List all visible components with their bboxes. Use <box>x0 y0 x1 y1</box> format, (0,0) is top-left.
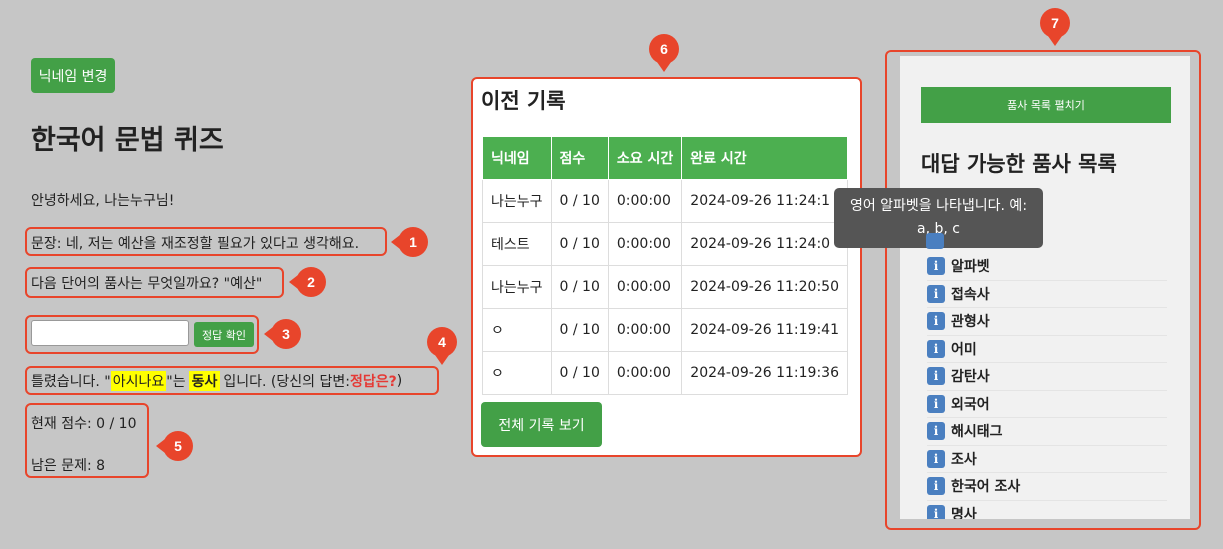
feedback-prefix: 틀렸습니다. " <box>31 374 111 390</box>
history-cell: 나는누구 <box>482 265 552 309</box>
nickname-change-button[interactable]: 닉네임 변경 <box>31 58 115 93</box>
history-table: 닉네임 점수 소요 시간 완료 시간 나는누구 0 / 10 0:00:00 2024-09… <box>482 136 848 395</box>
pos-item-label: 명사 <box>951 506 977 519</box>
history-table-wrap: 닉네임 점수 소요 시간 완료 시간 나는누구 0 / 10 0:00:00 2024-09… <box>482 136 860 395</box>
info-icon: i <box>927 284 945 303</box>
check-answer-button[interactable]: 정답 확인 <box>194 322 254 347</box>
badge-1: 1 <box>391 227 428 257</box>
history-row: 테스트 0 / 10 0:00:00 2024-09-26 11:24:0 <box>482 222 848 266</box>
info-icon: i <box>927 504 945 519</box>
history-cell: 0:00:00 <box>607 222 683 266</box>
pos-item-label: 어미 <box>951 341 977 358</box>
history-cell: 나는누구 <box>482 179 552 223</box>
pos-item-label: 해시태그 <box>951 424 1003 441</box>
feedback-word: 아시나요 <box>110 371 167 391</box>
pos-list-item[interactable]: i 한국어 조사 <box>927 473 1167 501</box>
info-icon: i <box>927 477 945 496</box>
pos-list-item[interactable]: i 해시태그 <box>927 418 1167 446</box>
info-icon: i <box>927 312 945 331</box>
history-cell: 0 / 10 <box>550 351 609 395</box>
info-icon: i <box>927 257 945 276</box>
badge-5: 5 <box>156 431 193 461</box>
info-icon: i <box>927 449 945 468</box>
history-column-header: 소요 시간 <box>607 136 683 180</box>
pos-list-item[interactable]: i 조사 <box>927 446 1167 473</box>
question-text: 다음 단어의 품사는 무엇일까요? "예산" <box>31 276 263 292</box>
pos-item-label: 관형사 <box>951 314 990 331</box>
pos-list: i 알파벳 i 접속사 i 관형사 i 어미 i 감탄사 i 외국어 i 해시태그 i 조사 i 한국어 조사 i 명… <box>927 253 1167 519</box>
pos-item-label: 조사 <box>951 451 977 468</box>
greeting-text: 안녕하세요, 나는누구님! <box>31 193 175 209</box>
feedback-text: 틀렸습니다. " 아시나요 "는 동사 입니다. (당신의 답변: 정답은? ) <box>31 371 402 391</box>
history-cell: 2024-09-26 11:24:0 <box>681 222 848 266</box>
pos-list-item[interactable]: i 외국어 <box>927 391 1167 418</box>
badge-2: 2 <box>289 267 326 297</box>
badge-7: 7 <box>1040 8 1070 46</box>
history-cell: 2024-09-26 11:20:50 <box>681 265 848 309</box>
info-icon: i <box>927 339 945 358</box>
pos-list-item[interactable]: i 접속사 <box>927 281 1167 308</box>
sentence-text: 문장: 네, 저는 예산을 재조정할 필요가 있다고 생각해요. <box>31 236 360 252</box>
pos-list-item[interactable]: i 어미 <box>927 336 1167 363</box>
info-icon: i <box>927 367 945 386</box>
tooltip-line-1: 영어 알파벳을 나타냅니다. 예: <box>849 198 1028 214</box>
feedback-end: ) <box>396 373 403 389</box>
feedback-mid: "는 <box>166 374 186 390</box>
history-cell: 0:00:00 <box>607 179 683 223</box>
history-row: ㅇ0 / 10 0:00:00 2024-09-26 11:19:41 <box>482 308 848 352</box>
pos-list-item[interactable]: i 명사 <box>927 501 1167 519</box>
badge-4: 4 <box>427 327 457 365</box>
history-cell: ㅇ <box>482 351 552 395</box>
history-title: 이전 기록 <box>481 89 566 113</box>
score-text: 현재 점수: 0 / 10 <box>31 416 137 432</box>
history-cell: 테스트 <box>482 222 552 266</box>
history-panel: 이전 기록 닉네임 점수 소요 시간 완료 시간 나는누구 0 / 10 0:00:00 2… <box>471 77 862 457</box>
info-icon: i <box>927 422 945 441</box>
pos-panel: 품사 목록 펼치기 대답 가능한 품사 목록 i 알파벳 i 접속사 i 관형사 i 어미 i 감… <box>900 56 1190 519</box>
history-cell: 0:00:00 <box>607 265 683 309</box>
history-cell: 0 / 10 <box>550 179 609 223</box>
expand-pos-list-button[interactable]: 품사 목록 펼치기 <box>921 87 1171 123</box>
history-column-header: 완료 시간 <box>681 136 848 180</box>
pos-item-label: 접속사 <box>951 286 990 303</box>
info-icon <box>926 233 944 249</box>
pos-item-label: 외국어 <box>951 396 990 413</box>
badge-6: 6 <box>649 34 679 72</box>
pos-item-label: 감탄사 <box>951 369 990 386</box>
answer-input[interactable] <box>31 320 189 346</box>
history-cell: 0:00:00 <box>607 308 683 352</box>
history-cell: ㅇ <box>482 308 552 352</box>
pos-list-item[interactable]: i 관형사 <box>927 308 1167 336</box>
history-row: 나는누구 0 / 10 0:00:00 2024-09-26 11:24:1 <box>482 179 848 223</box>
feedback-user-answer: 정답은? <box>349 374 397 390</box>
history-column-header: 닉네임 <box>482 136 552 180</box>
history-cell: 0 / 10 <box>550 265 609 309</box>
pos-item-label: 한국어 조사 <box>951 479 1021 496</box>
history-row: ㅇ0 / 10 0:00:00 2024-09-26 11:19:36 <box>482 351 848 395</box>
history-cell: 0 / 10 <box>550 222 609 266</box>
view-all-history-button[interactable]: 전체 기록 보기 <box>481 402 602 447</box>
history-cell: 0 / 10 <box>550 308 609 352</box>
pos-item-label: 알파벳 <box>951 259 990 276</box>
pos-list-item[interactable]: i 감탄사 <box>927 363 1167 391</box>
history-row: 나는누구 0 / 10 0:00:00 2024-09-26 11:20:50 <box>482 265 848 309</box>
pos-list-item[interactable]: i 알파벳 <box>927 253 1167 281</box>
remaining-text: 남은 문제: 8 <box>31 458 106 474</box>
history-cell: 2024-09-26 11:24:1 <box>681 179 848 223</box>
pos-list-title: 대답 가능한 품사 목록 <box>921 152 1117 176</box>
history-cell: 2024-09-26 11:19:41 <box>681 308 848 352</box>
badge-3: 3 <box>264 319 301 349</box>
feedback-pos: 동사 <box>188 371 221 391</box>
page-title: 한국어 문법 퀴즈 <box>31 125 224 156</box>
history-cell: 0:00:00 <box>607 351 683 395</box>
history-column-header: 점수 <box>550 136 609 180</box>
history-cell: 2024-09-26 11:19:36 <box>681 351 848 395</box>
feedback-suffix: 입니다. (당신의 답변: <box>223 374 350 390</box>
info-icon: i <box>927 394 945 413</box>
